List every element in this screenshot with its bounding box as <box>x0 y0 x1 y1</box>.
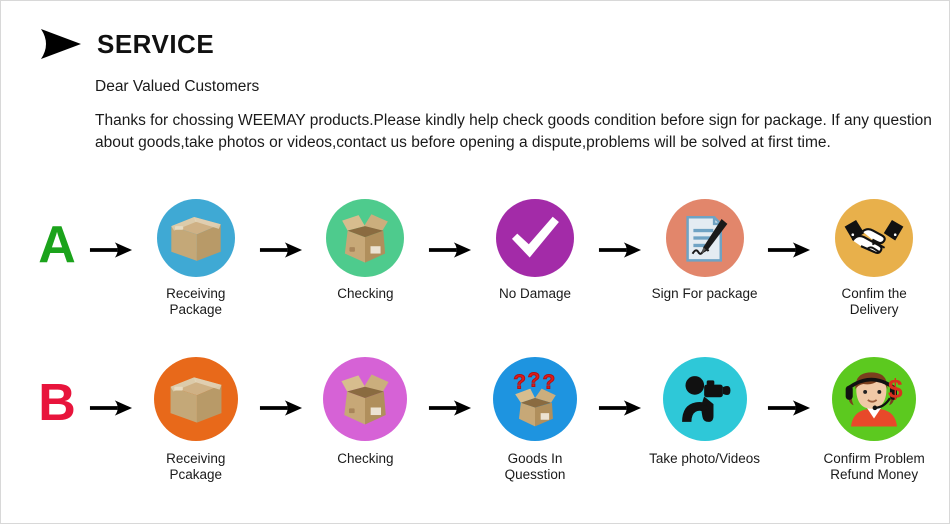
right-arrow-icon <box>761 199 817 259</box>
support-agent-dollar-icon: $ <box>832 357 917 441</box>
step-b-5: $ Confirm Problem Refund Money <box>817 357 931 484</box>
box-question-marks-icon: ? ? ? <box>492 357 577 441</box>
step-b-4: Take photo/Videos <box>648 357 762 467</box>
row-letter-a: A <box>38 216 76 274</box>
flow-row-a: A Receiving Package Checking No Damage S… <box>31 199 931 329</box>
step-b-1: Receiving Pcakage <box>139 357 253 484</box>
step-label: Checking <box>337 451 394 466</box>
right-arrow-icon <box>253 199 309 259</box>
closed-box-icon <box>156 199 235 277</box>
open-box-icon <box>323 357 408 441</box>
right-arrow-icon <box>592 357 648 417</box>
step-label: Confirm Problem Refund Money <box>823 451 925 483</box>
step-a-2: Checking <box>309 199 423 302</box>
step-label: Goods In Quesstion <box>504 451 566 483</box>
checkmark-icon <box>495 199 574 277</box>
right-arrow-icon <box>422 199 478 259</box>
closed-box-icon <box>153 357 238 441</box>
right-arrow-icon <box>422 357 478 417</box>
right-arrow-icon <box>253 357 309 417</box>
flow-row-b: B Receiving Pcakage Checking ? ? ? Goods… <box>31 357 931 487</box>
handshake-icon <box>835 199 914 277</box>
step-a-5: Confim the Delivery <box>817 199 931 319</box>
right-arrow-icon <box>83 199 139 259</box>
step-label: Take photo/Videos <box>649 451 760 466</box>
step-a-4: Sign For package <box>648 199 762 302</box>
svg-text:?: ? <box>543 371 556 394</box>
svg-text:?: ? <box>527 369 540 392</box>
step-a-3: No Damage <box>478 199 592 302</box>
right-arrow-icon <box>83 357 139 417</box>
step-label: No Damage <box>498 286 571 301</box>
step-a-1: Receiving Package <box>139 199 253 319</box>
step-label: Receiving Package <box>166 286 226 318</box>
right-triangle-marker-icon <box>39 27 83 61</box>
page-title: SERVICE <box>97 29 215 59</box>
step-label: Receiving Pcakage <box>166 451 226 483</box>
photographer-icon <box>662 357 747 441</box>
service-info-banner: SERVICE Dear Valued Customers Thanks for… <box>0 0 950 524</box>
open-box-icon <box>326 199 405 277</box>
title-row: SERVICE <box>39 27 929 61</box>
svg-text:?: ? <box>513 371 526 394</box>
step-label: Confim the Delivery <box>841 286 907 318</box>
svg-text:$: $ <box>888 374 903 404</box>
salutation-text: Dear Valued Customers <box>95 78 260 95</box>
right-arrow-icon <box>592 199 648 259</box>
document-pen-icon <box>665 199 744 277</box>
body-text: Thanks for chossing WEEMAY products.Plea… <box>95 111 932 152</box>
step-b-3: ? ? ? Goods In Quesstion <box>478 357 592 484</box>
step-label: Sign For package <box>651 286 758 301</box>
step-label: Checking <box>337 286 394 301</box>
right-arrow-icon <box>761 357 817 417</box>
row-letter-b: B <box>38 374 76 432</box>
step-b-2: Checking <box>309 357 423 467</box>
header: SERVICE Dear Valued Customers Thanks for… <box>39 27 932 155</box>
